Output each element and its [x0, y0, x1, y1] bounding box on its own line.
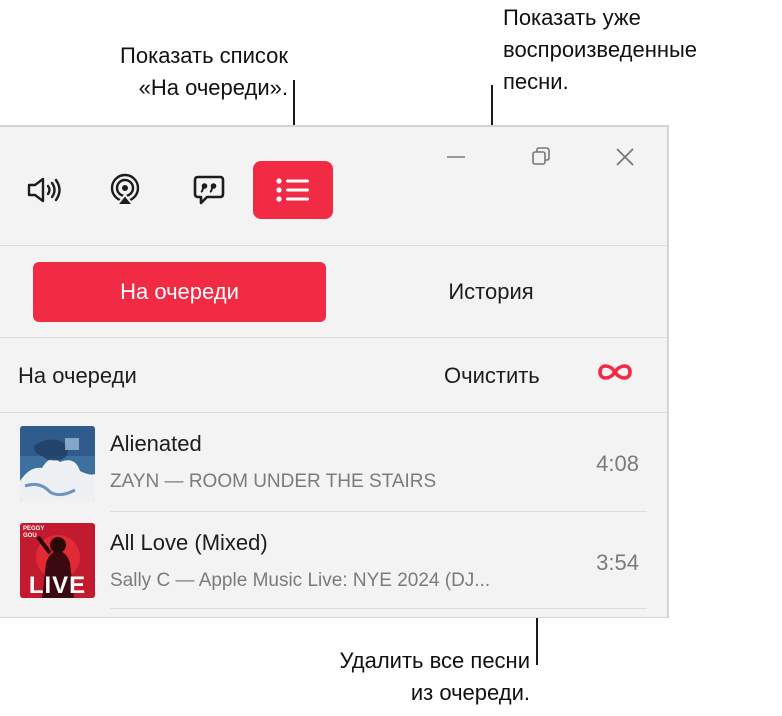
- divider: [0, 337, 667, 338]
- airplay-icon: [110, 173, 140, 206]
- clear-queue-button[interactable]: Очистить: [444, 363, 540, 389]
- minimize-icon[interactable]: [444, 145, 468, 169]
- lyrics-icon: [193, 175, 225, 205]
- close-icon[interactable]: [613, 145, 637, 169]
- album-art: PEGGY GOU LIVE: [20, 523, 95, 598]
- track-subtitle: ZAYN — ROOM UNDER THE STAIRS: [110, 471, 437, 492]
- tab-queue[interactable]: На очереди: [33, 262, 326, 322]
- list-item[interactable]: Alienated ZAYN — ROOM UNDER THE STAIRS 4…: [0, 414, 667, 512]
- toolbar: [0, 127, 667, 245]
- queue-list-icon: [276, 178, 309, 202]
- queue-section-title: На очереди: [18, 363, 137, 388]
- divider: [0, 245, 667, 246]
- divider: [110, 511, 647, 512]
- track-subtitle: Sally C — Apple Music Live: NYE 2024 (DJ…: [110, 570, 491, 591]
- album-art: [20, 426, 95, 501]
- track-duration: 4:08: [596, 451, 639, 476]
- queue-list-button[interactable]: [253, 161, 333, 219]
- divider: [110, 608, 647, 609]
- music-window: На очереди История На очереди Очистить A…: [0, 125, 669, 618]
- callout-clear: Удалить все песни из очереди.: [339, 648, 530, 705]
- tab-history[interactable]: История: [380, 262, 602, 322]
- track-title: All Love (Mixed): [110, 530, 268, 555]
- divider: [0, 412, 667, 413]
- track-title: Alienated: [110, 431, 202, 456]
- airplay-button[interactable]: [96, 161, 154, 219]
- track-duration: 3:54: [596, 550, 639, 575]
- infinity-icon[interactable]: [594, 357, 636, 387]
- volume-icon: [27, 177, 61, 203]
- restore-icon[interactable]: [529, 145, 553, 169]
- volume-button[interactable]: [14, 161, 72, 219]
- album-art-live-text: LIVE: [28, 572, 87, 598]
- album-art-small-text: PEGGY GOU: [23, 526, 45, 539]
- callout-history: Показать уже воспроизведенные песни.: [503, 5, 698, 94]
- list-item[interactable]: PEGGY GOU LIVE All Love (Mixed) Sally C …: [0, 513, 667, 611]
- lyrics-button[interactable]: [180, 161, 238, 219]
- callout-queue-list: Показать список «На очереди».: [120, 43, 288, 100]
